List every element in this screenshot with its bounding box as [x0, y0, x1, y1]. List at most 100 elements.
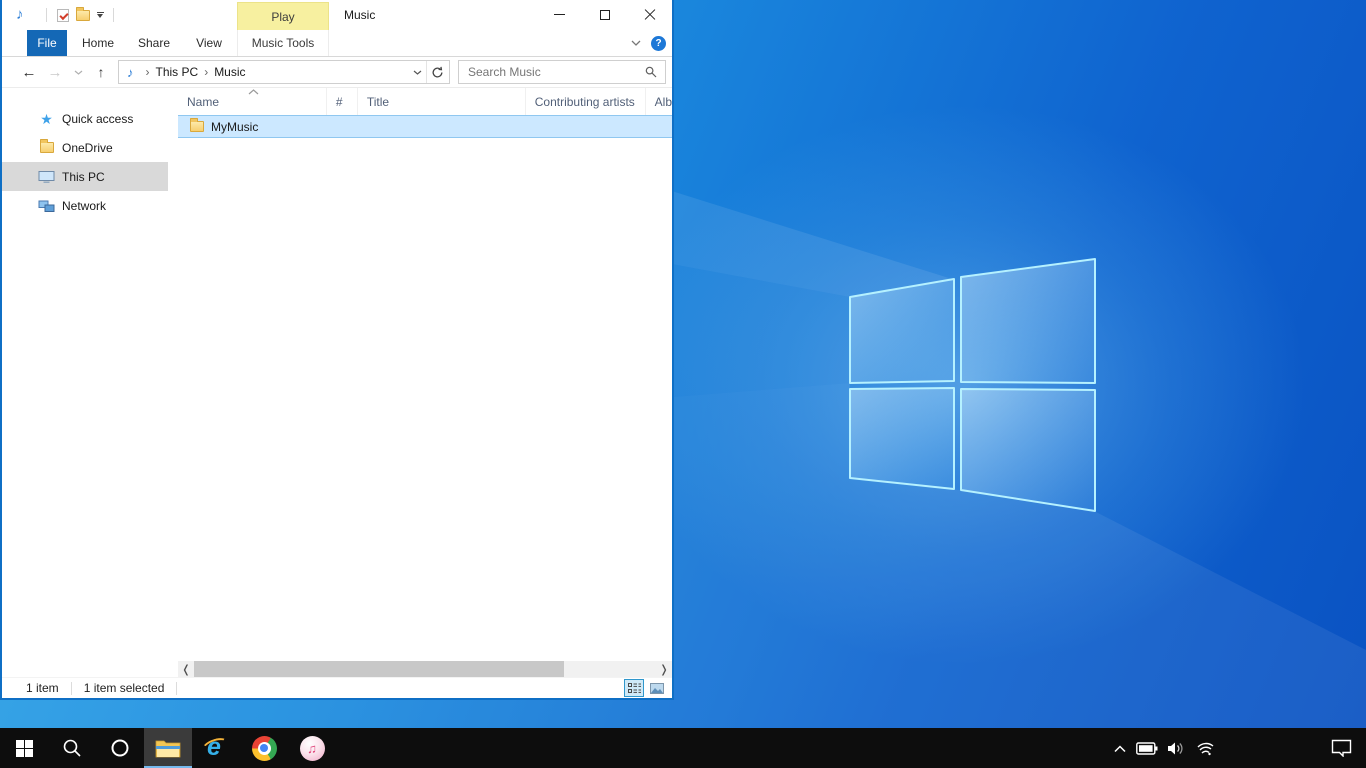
status-bar: 1 item 1 item selected: [2, 677, 672, 698]
contextual-tab-play[interactable]: Play: [237, 2, 329, 30]
scroll-left-arrow-icon[interactable]: ❬: [178, 661, 194, 677]
up-button[interactable]: ↑: [88, 59, 114, 85]
chevron-down-icon: [74, 70, 83, 75]
music-note-icon: ♪: [16, 7, 24, 22]
expand-ribbon-chevron-icon[interactable]: [631, 40, 641, 46]
breadcrumb-chevron-icon: ›: [204, 65, 208, 79]
itunes-icon: ♫: [300, 736, 325, 761]
details-view-icon: [628, 683, 641, 694]
search-icon: [62, 738, 82, 758]
refresh-icon[interactable]: [431, 66, 444, 79]
separator: [113, 8, 114, 22]
navigation-pane: ★ Quick access OneDrive This PC: [2, 88, 168, 677]
scrollbar-track[interactable]: [194, 661, 656, 677]
sidebar-item-quick-access[interactable]: ★ Quick access: [2, 104, 168, 133]
minimize-icon: [554, 14, 565, 15]
volume-icon[interactable]: [1167, 741, 1187, 756]
file-list: MyMusic: [178, 115, 672, 661]
address-bar-controls: [413, 61, 449, 83]
maximize-button[interactable]: [582, 0, 627, 29]
file-list-pane: Name # Title Contributing artists Alb My…: [168, 88, 672, 677]
sidebar-item-onedrive[interactable]: OneDrive: [2, 133, 168, 162]
file-name: MyMusic: [211, 120, 258, 134]
tab-share[interactable]: Share: [131, 30, 177, 56]
file-explorer-window: ♪ Play Music File Home Share View Music …: [0, 0, 674, 700]
file-row-mymusic[interactable]: MyMusic: [178, 115, 672, 138]
back-button[interactable]: ←: [16, 59, 42, 85]
taskbar-chrome-button[interactable]: [240, 728, 288, 768]
customize-qat-button[interactable]: [93, 5, 107, 25]
wifi-icon[interactable]: [1196, 740, 1216, 756]
forward-button[interactable]: →: [42, 59, 68, 85]
search-icon[interactable]: [645, 66, 657, 78]
separator: [71, 682, 72, 695]
column-header-album[interactable]: Alb: [646, 88, 672, 115]
address-bar[interactable]: ♪ › This PC › Music: [118, 60, 450, 84]
tab-home[interactable]: Home: [75, 30, 121, 56]
help-button[interactable]: ?: [651, 36, 666, 51]
title-bar: ♪ Play Music: [2, 0, 672, 30]
new-folder-button[interactable]: [73, 5, 93, 25]
properties-button[interactable]: [53, 5, 73, 25]
breadcrumb-this-pc[interactable]: This PC: [156, 65, 199, 79]
start-button[interactable]: [0, 728, 48, 768]
battery-icon[interactable]: [1136, 742, 1158, 755]
taskbar-search-button[interactable]: [48, 728, 96, 768]
maximize-icon: [600, 10, 610, 20]
thumbnail-view-icon: [650, 683, 664, 694]
ribbon-tabs: File Home Share View Music Tools ?: [2, 30, 672, 57]
search-input[interactable]: [459, 65, 645, 79]
cortana-circle-icon: [110, 738, 130, 758]
play-tab-label: Play: [271, 10, 294, 24]
file-explorer-icon: [155, 738, 181, 759]
taskbar: e ♫: [0, 728, 1366, 768]
recent-locations-button[interactable]: [68, 59, 88, 85]
separator: [426, 61, 427, 83]
folder-icon: [190, 121, 204, 132]
details-view-button[interactable]: [624, 679, 644, 697]
close-button[interactable]: [627, 0, 672, 29]
column-headers: Name # Title Contributing artists Alb: [178, 88, 672, 115]
column-header-title[interactable]: Title: [358, 88, 526, 115]
tab-music-tools[interactable]: Music Tools: [237, 30, 329, 56]
column-header-contributing-artists[interactable]: Contributing artists: [526, 88, 646, 115]
window-title: Music: [344, 8, 375, 22]
search-box[interactable]: [458, 60, 666, 84]
action-center-button[interactable]: [1331, 728, 1352, 768]
ribbon-controls: ?: [631, 30, 666, 56]
selection-count: 1 item selected: [84, 681, 165, 695]
separator: [176, 682, 177, 695]
cortana-button[interactable]: [96, 728, 144, 768]
sidebar-item-this-pc[interactable]: This PC: [2, 162, 168, 191]
address-dropdown-chevron-icon[interactable]: [413, 70, 422, 75]
quick-access-toolbar: [32, 4, 120, 26]
breadcrumb-music[interactable]: Music: [214, 65, 245, 79]
sidebar-item-network[interactable]: Network: [2, 191, 168, 220]
chevron-more-icon: [97, 12, 104, 18]
scroll-right-arrow-icon[interactable]: ❭: [656, 661, 672, 677]
system-tray: [1113, 728, 1216, 768]
chrome-icon: [252, 736, 277, 761]
taskbar-itunes-button[interactable]: ♫: [288, 728, 336, 768]
folder-icon: [38, 142, 55, 153]
star-icon: ★: [38, 112, 55, 126]
hidden-icons-chevron-icon[interactable]: [1113, 744, 1127, 753]
taskbar-file-explorer-button[interactable]: [144, 728, 192, 768]
minimize-button[interactable]: [537, 0, 582, 29]
taskbar-internet-explorer-button[interactable]: e: [192, 728, 240, 768]
sort-ascending-icon: [248, 89, 259, 95]
breadcrumb-chevron-icon: ›: [146, 65, 150, 79]
large-icons-view-button[interactable]: [647, 679, 667, 697]
action-center-icon: [1331, 739, 1352, 757]
folder-icon: [76, 10, 90, 21]
scrollbar-thumb[interactable]: [194, 661, 564, 677]
column-header-number[interactable]: #: [327, 88, 358, 115]
column-header-name[interactable]: Name: [178, 88, 327, 115]
internet-explorer-icon: e: [202, 735, 230, 761]
horizontal-scrollbar[interactable]: ❬ ❭: [178, 661, 672, 677]
tab-file[interactable]: File: [27, 30, 67, 56]
tab-view[interactable]: View: [187, 30, 231, 56]
view-toggle-buttons: [624, 679, 667, 697]
windows-logo-icon: [16, 740, 33, 757]
caption-buttons: [537, 0, 672, 29]
